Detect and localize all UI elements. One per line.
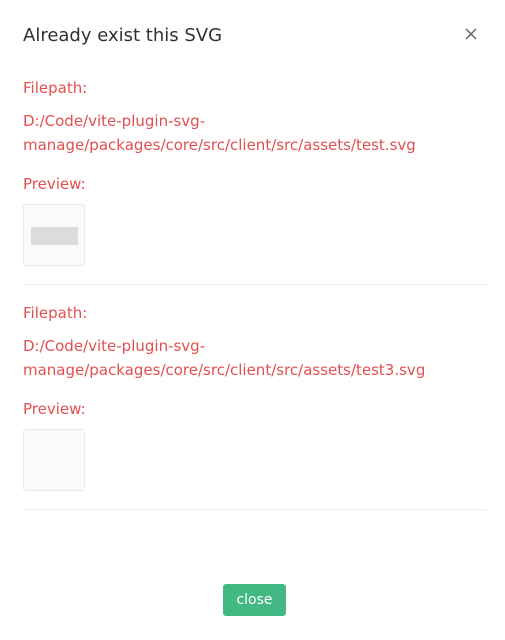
preview-row-1 xyxy=(23,204,487,266)
preview-label-row-1: Preview: xyxy=(23,174,487,194)
preview-label-row-2: Preview: xyxy=(23,399,487,419)
filepath-line-2: manage/packages/core/src/client/src/asse… xyxy=(23,136,416,154)
dialog-header: Already exist this SVG xyxy=(23,22,485,50)
preview-label: Preview: xyxy=(23,400,86,418)
filepath-line-2: manage/packages/core/src/client/src/asse… xyxy=(23,361,426,379)
entry-divider xyxy=(23,509,487,510)
filepath-line-1: D:/Code/vite-plugin-svg- xyxy=(23,337,206,355)
filepath-label: Filepath: xyxy=(23,304,88,322)
filepath-value-2: D:/Code/vite-plugin-svg- manage/packages… xyxy=(23,334,487,382)
preview-label: Preview: xyxy=(23,175,86,193)
close-button[interactable]: close xyxy=(223,584,286,616)
svg-preview-image xyxy=(31,227,78,245)
svg-exists-dialog: Already exist this SVG Filepath: D:/Code… xyxy=(0,0,505,640)
filepath-label: Filepath: xyxy=(23,79,88,97)
entry-divider xyxy=(23,284,487,285)
preview-row-2 xyxy=(23,429,487,491)
svg-preview-box xyxy=(23,429,85,491)
close-x-icon[interactable] xyxy=(461,24,481,44)
filepath-line-1: D:/Code/vite-plugin-svg- xyxy=(23,112,206,130)
dialog-title: Already exist this SVG xyxy=(23,25,223,46)
filepath-value-1: D:/Code/vite-plugin-svg- manage/packages… xyxy=(23,109,487,157)
svg-preview-box xyxy=(23,204,85,266)
